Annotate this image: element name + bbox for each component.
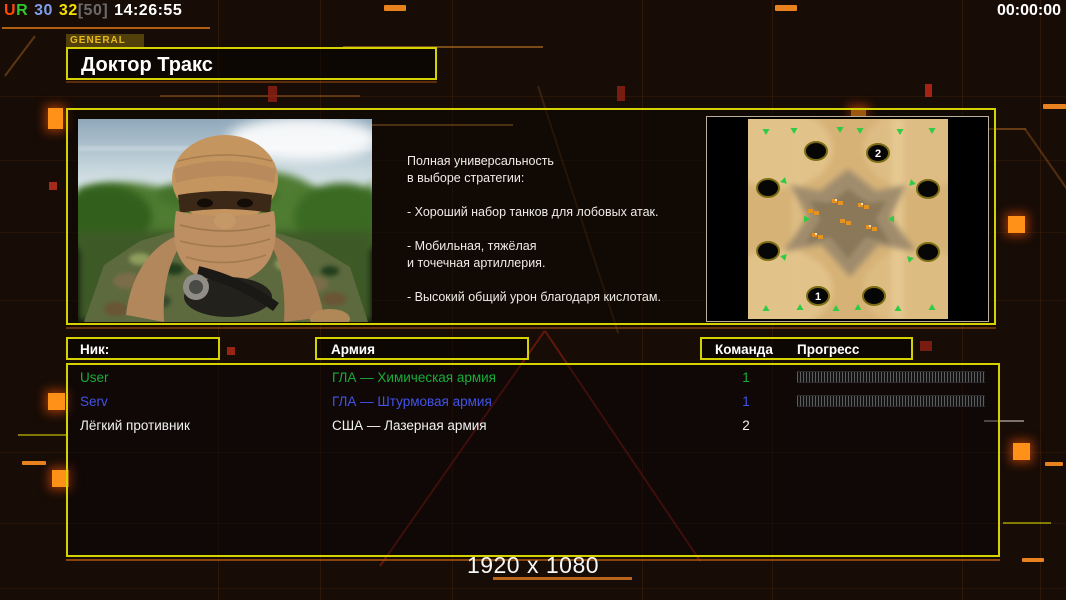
map-preview-box: 2 1 <box>706 116 989 322</box>
description-line: Полная универсальность <box>407 154 554 168</box>
description-line: в выборе стратегии: <box>407 171 525 185</box>
player-row: User ГЛА — Химическая армия 1 <box>68 366 998 390</box>
player-army: США — Лазерная армия <box>332 418 487 433</box>
red-square-decoration <box>268 86 277 102</box>
player-team: 1 <box>742 394 750 409</box>
circuit-dash-decoration <box>384 5 406 11</box>
player-row: Serv ГЛА — Штурмовая армия 1 <box>68 390 998 414</box>
circuit-dash-decoration <box>1045 462 1063 466</box>
red-square-decoration <box>925 84 932 97</box>
player-army: ГЛА — Химическая армия <box>332 370 496 385</box>
description-line: - Высокий общий урон благодаря кислотам. <box>407 290 661 304</box>
match-timer: 00:00:00 <box>996 2 1061 19</box>
header-army-box: Армия <box>315 337 529 360</box>
loading-progress-bar <box>797 371 985 383</box>
underline-decoration <box>66 81 437 83</box>
general-title-box: Доктор Тракс <box>66 47 437 80</box>
circuit-line-decoration <box>160 95 360 97</box>
player-nick: User <box>80 370 109 385</box>
circuit-dash-decoration <box>1043 104 1066 109</box>
general-name: Доктор Тракс <box>81 54 213 76</box>
map-preview-image: 2 1 <box>748 119 948 319</box>
glow-square-decoration <box>1008 216 1025 233</box>
general-info-panel: Полная универсальность в выборе стратеги… <box>60 108 996 329</box>
header-army-label: Армия <box>331 342 375 357</box>
circuit-diagonal-decoration <box>1024 128 1066 253</box>
general-description: Полная универсальность в выборе стратеги… <box>407 153 717 306</box>
general-tab-label: GENERAL <box>66 34 144 48</box>
circuit-line-decoration <box>1003 522 1051 524</box>
general-portrait-image <box>60 117 390 329</box>
player-nick: Serv <box>80 394 108 409</box>
circuit-line-decoration <box>18 434 66 436</box>
glow-square-decoration <box>48 393 65 410</box>
glow-square-decoration <box>48 108 63 129</box>
header-progress-label: Прогресс <box>797 342 860 357</box>
player-team: 1 <box>742 370 750 385</box>
red-square-decoration <box>920 341 932 351</box>
circuit-diagonal-decoration <box>4 35 36 77</box>
description-line: - Мобильная, тяжёлая <box>407 239 537 253</box>
description-line: и точечная артиллерия. <box>407 256 546 270</box>
circuit-line-decoration <box>0 588 1066 589</box>
description-line: - Хороший набор танков для лобовых атак. <box>407 205 659 219</box>
player-nick: Лёгкий противник <box>80 418 190 433</box>
header-nick-label: Ник: <box>80 342 110 357</box>
netstat-segment: 30 <box>34 2 53 19</box>
circuit-dash-decoration <box>775 5 797 11</box>
loading-progress-bar <box>797 395 985 407</box>
player-army: ГЛА — Штурмовая армия <box>332 394 492 409</box>
red-square-decoration <box>227 347 235 355</box>
description-line <box>407 221 717 238</box>
description-line <box>407 187 717 204</box>
network-status-bar: UR 30 32[50] 14:26:55 <box>4 2 188 20</box>
netstat-segment: U <box>4 2 17 19</box>
player-team: 2 <box>742 418 750 433</box>
underline-decoration <box>66 327 996 329</box>
glow-square-decoration <box>1013 443 1030 460</box>
system-clock: 14:26:55 <box>114 2 183 19</box>
circuit-dash-decoration <box>22 461 46 465</box>
description-line <box>407 272 717 289</box>
netstat-segment: 32 <box>58 2 78 19</box>
start-marker-1: 1 <box>815 291 821 303</box>
netstat-segment: R <box>16 2 29 19</box>
general-portrait <box>60 117 390 329</box>
player-row: Лёгкий противник США — Лазерная армия 2 <box>68 414 998 438</box>
header-team-label: Команда <box>715 342 773 357</box>
netstat-segment: [50] <box>77 2 109 19</box>
red-square-decoration <box>617 86 625 101</box>
start-marker-2: 2 <box>875 148 881 160</box>
red-square-decoration <box>49 182 57 190</box>
circuit-line-decoration <box>2 27 210 29</box>
header-nick-box: Ник: <box>66 337 220 360</box>
header-team-progress-box: Команда Прогресс <box>700 337 913 360</box>
player-list-panel: User ГЛА — Химическая армия 1 Serv ГЛА —… <box>66 363 1000 557</box>
map-resolution-label: 1920 x 1080 <box>466 552 600 578</box>
